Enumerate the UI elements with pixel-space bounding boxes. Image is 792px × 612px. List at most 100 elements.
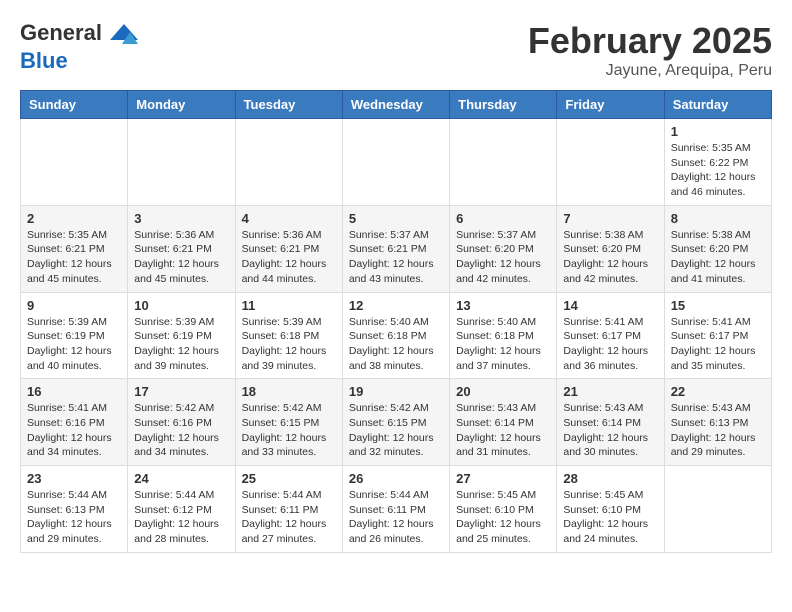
day-info: Sunrise: 5:41 AM Sunset: 6:17 PM Dayligh… [671, 315, 765, 374]
day-info: Sunrise: 5:39 AM Sunset: 6:18 PM Dayligh… [242, 315, 336, 374]
page-header: General Blue February 2025 Jayune, Arequ… [20, 20, 772, 80]
day-info: Sunrise: 5:39 AM Sunset: 6:19 PM Dayligh… [27, 315, 121, 374]
day-number: 17 [134, 384, 228, 399]
day-info: Sunrise: 5:36 AM Sunset: 6:21 PM Dayligh… [134, 228, 228, 287]
day-info: Sunrise: 5:35 AM Sunset: 6:21 PM Dayligh… [27, 228, 121, 287]
calendar-cell: 21 Sunrise: 5:43 AM Sunset: 6:14 PM Dayli… [557, 379, 664, 466]
weekday-header-sunday: Sunday [21, 91, 128, 119]
calendar-cell [664, 466, 771, 553]
day-info: Sunrise: 5:44 AM Sunset: 6:13 PM Dayligh… [27, 488, 121, 547]
calendar-cell: 12 Sunrise: 5:40 AM Sunset: 6:18 PM Dayli… [342, 292, 449, 379]
day-number: 23 [27, 471, 121, 486]
day-number: 25 [242, 471, 336, 486]
calendar-cell: 2 Sunrise: 5:35 AM Sunset: 6:21 PM Daylig… [21, 205, 128, 292]
day-number: 2 [27, 211, 121, 226]
calendar-cell: 11 Sunrise: 5:39 AM Sunset: 6:18 PM Dayli… [235, 292, 342, 379]
day-number: 6 [456, 211, 550, 226]
day-info: Sunrise: 5:44 AM Sunset: 6:12 PM Dayligh… [134, 488, 228, 547]
day-info: Sunrise: 5:40 AM Sunset: 6:18 PM Dayligh… [349, 315, 443, 374]
calendar-cell: 3 Sunrise: 5:36 AM Sunset: 6:21 PM Daylig… [128, 205, 235, 292]
calendar-cell: 10 Sunrise: 5:39 AM Sunset: 6:19 PM Dayli… [128, 292, 235, 379]
logo: General Blue [20, 20, 140, 74]
calendar-cell: 28Sunrise: 5:45 AM Sunset: 6:10 PM Dayli… [557, 466, 664, 553]
day-info: Sunrise: 5:43 AM Sunset: 6:14 PM Dayligh… [456, 401, 550, 460]
day-number: 15 [671, 298, 765, 313]
day-info: Sunrise: 5:37 AM Sunset: 6:21 PM Dayligh… [349, 228, 443, 287]
calendar-cell: 20 Sunrise: 5:43 AM Sunset: 6:14 PM Dayli… [450, 379, 557, 466]
weekday-header-friday: Friday [557, 91, 664, 119]
day-number: 8 [671, 211, 765, 226]
calendar-cell: 25 Sunrise: 5:44 AM Sunset: 6:11 PM Dayli… [235, 466, 342, 553]
calendar-cell [450, 119, 557, 206]
calendar-cell: 26 Sunrise: 5:44 AM Sunset: 6:11 PM Dayli… [342, 466, 449, 553]
weekday-header-saturday: Saturday [664, 91, 771, 119]
day-number: 11 [242, 298, 336, 313]
calendar-cell: 9 Sunrise: 5:39 AM Sunset: 6:19 PM Daylig… [21, 292, 128, 379]
day-number: 4 [242, 211, 336, 226]
day-info: Sunrise: 5:39 AM Sunset: 6:19 PM Dayligh… [134, 315, 228, 374]
month-title: February 2025 [528, 20, 772, 62]
calendar-table: SundayMondayTuesdayWednesdayThursdayFrid… [20, 90, 772, 553]
day-number: 14 [563, 298, 657, 313]
calendar-cell: 7 Sunrise: 5:38 AM Sunset: 6:20 PM Daylig… [557, 205, 664, 292]
day-info: Sunrise: 5:42 AM Sunset: 6:15 PM Dayligh… [242, 401, 336, 460]
calendar-cell: 23 Sunrise: 5:44 AM Sunset: 6:13 PM Dayli… [21, 466, 128, 553]
day-info: Sunrise: 5:41 AM Sunset: 6:17 PM Dayligh… [563, 315, 657, 374]
calendar-week-4: 16 Sunrise: 5:41 AM Sunset: 6:16 PM Dayli… [21, 379, 772, 466]
day-number: 20 [456, 384, 550, 399]
calendar-week-1: 1 Sunrise: 5:35 AM Sunset: 6:22 PM Daylig… [21, 119, 772, 206]
day-number: 1 [671, 124, 765, 139]
day-info: Sunrise: 5:42 AM Sunset: 6:16 PM Dayligh… [134, 401, 228, 460]
calendar-cell [21, 119, 128, 206]
calendar-week-3: 9 Sunrise: 5:39 AM Sunset: 6:19 PM Daylig… [21, 292, 772, 379]
day-info: Sunrise: 5:44 AM Sunset: 6:11 PM Dayligh… [242, 488, 336, 547]
day-info: Sunrise: 5:45 AM Sunset: 6:10 PM Dayligh… [456, 488, 550, 547]
calendar-cell: 22Sunrise: 5:43 AM Sunset: 6:13 PM Dayli… [664, 379, 771, 466]
day-info: Sunrise: 5:44 AM Sunset: 6:11 PM Dayligh… [349, 488, 443, 547]
calendar-cell: 5 Sunrise: 5:37 AM Sunset: 6:21 PM Daylig… [342, 205, 449, 292]
day-number: 19 [349, 384, 443, 399]
logo-icon [108, 20, 140, 52]
calendar-cell: 13 Sunrise: 5:40 AM Sunset: 6:18 PM Dayli… [450, 292, 557, 379]
day-number: 13 [456, 298, 550, 313]
day-number: 9 [27, 298, 121, 313]
weekday-header-monday: Monday [128, 91, 235, 119]
day-number: 27 [456, 471, 550, 486]
calendar-cell: 19 Sunrise: 5:42 AM Sunset: 6:15 PM Dayli… [342, 379, 449, 466]
location-title: Jayune, Arequipa, Peru [528, 62, 772, 80]
day-info: Sunrise: 5:41 AM Sunset: 6:16 PM Dayligh… [27, 401, 121, 460]
day-info: Sunrise: 5:45 AM Sunset: 6:10 PM Dayligh… [563, 488, 657, 547]
day-number: 24 [134, 471, 228, 486]
day-info: Sunrise: 5:40 AM Sunset: 6:18 PM Dayligh… [456, 315, 550, 374]
day-number: 3 [134, 211, 228, 226]
day-number: 16 [27, 384, 121, 399]
day-number: 26 [349, 471, 443, 486]
calendar-week-2: 2 Sunrise: 5:35 AM Sunset: 6:21 PM Daylig… [21, 205, 772, 292]
day-number: 12 [349, 298, 443, 313]
calendar-cell: 24 Sunrise: 5:44 AM Sunset: 6:12 PM Dayli… [128, 466, 235, 553]
day-info: Sunrise: 5:43 AM Sunset: 6:14 PM Dayligh… [563, 401, 657, 460]
day-info: Sunrise: 5:35 AM Sunset: 6:22 PM Dayligh… [671, 141, 765, 200]
calendar-cell: 15 Sunrise: 5:41 AM Sunset: 6:17 PM Dayli… [664, 292, 771, 379]
day-info: Sunrise: 5:38 AM Sunset: 6:20 PM Dayligh… [671, 228, 765, 287]
title-area: February 2025 Jayune, Arequipa, Peru [528, 20, 772, 80]
day-info: Sunrise: 5:36 AM Sunset: 6:21 PM Dayligh… [242, 228, 336, 287]
calendar-cell [235, 119, 342, 206]
day-number: 5 [349, 211, 443, 226]
day-info: Sunrise: 5:42 AM Sunset: 6:15 PM Dayligh… [349, 401, 443, 460]
day-info: Sunrise: 5:38 AM Sunset: 6:20 PM Dayligh… [563, 228, 657, 287]
calendar-cell: 8 Sunrise: 5:38 AM Sunset: 6:20 PM Daylig… [664, 205, 771, 292]
calendar-cell: 1 Sunrise: 5:35 AM Sunset: 6:22 PM Daylig… [664, 119, 771, 206]
day-number: 21 [563, 384, 657, 399]
calendar-cell: 18 Sunrise: 5:42 AM Sunset: 6:15 PM Dayli… [235, 379, 342, 466]
weekday-header-thursday: Thursday [450, 91, 557, 119]
day-number: 18 [242, 384, 336, 399]
day-info: Sunrise: 5:37 AM Sunset: 6:20 PM Dayligh… [456, 228, 550, 287]
calendar-week-5: 23 Sunrise: 5:44 AM Sunset: 6:13 PM Dayli… [21, 466, 772, 553]
weekday-header-wednesday: Wednesday [342, 91, 449, 119]
calendar-cell [342, 119, 449, 206]
calendar-cell [557, 119, 664, 206]
day-number: 7 [563, 211, 657, 226]
day-number: 10 [134, 298, 228, 313]
day-number: 22 [671, 384, 765, 399]
